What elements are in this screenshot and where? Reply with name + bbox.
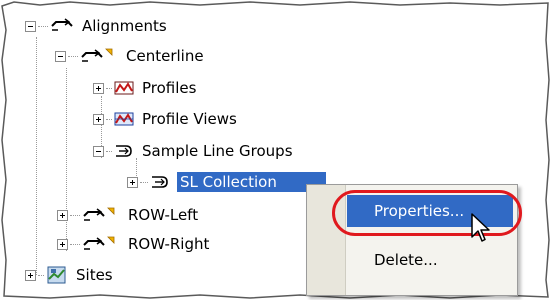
tree-item-label: ROW-Left (128, 206, 199, 224)
tree-item-centerline[interactable]: Centerline (55, 44, 207, 68)
alignment-icon (50, 16, 74, 36)
tree-item-label: Sample Line Groups (142, 142, 293, 160)
expand-toggle[interactable] (25, 269, 36, 281)
tree-item-sites[interactable]: Sites (25, 263, 116, 287)
expand-toggle[interactable] (57, 238, 68, 250)
expand-toggle[interactable] (93, 113, 104, 125)
collapse-toggle[interactable] (55, 50, 66, 62)
tree-item-label: Sites (76, 266, 113, 284)
mouse-cursor-icon (471, 213, 490, 242)
alignment-icon (82, 234, 116, 254)
collapse-toggle[interactable] (93, 145, 104, 157)
tree-item-label: Profile Views (142, 110, 237, 128)
collapse-toggle[interactable] (25, 20, 36, 32)
tree-item-alignments[interactable]: Alignments (25, 14, 170, 38)
expand-toggle[interactable] (127, 176, 138, 188)
menu-item-delete[interactable]: Delete... (347, 244, 513, 276)
tree-item-sl-collection[interactable]: SL Collection (127, 170, 326, 194)
tree-item-label: SL Collection (177, 172, 326, 192)
alignment-icon (82, 205, 116, 225)
menu-item-label: Delete... (374, 251, 438, 269)
tree-item-row-right[interactable]: ROW-Right (57, 232, 212, 256)
menu-icon-gutter (307, 185, 346, 295)
profile-view-icon (114, 109, 134, 129)
tree-item-label: ROW-Right (128, 235, 210, 253)
tree-item-profile-views[interactable]: Profile Views (93, 107, 240, 131)
expand-toggle[interactable] (57, 209, 68, 221)
tree-item-row-left[interactable]: ROW-Left (57, 203, 201, 227)
tree-item-label: Alignments (82, 17, 167, 35)
expand-toggle[interactable] (93, 82, 104, 94)
tree-item-label: Centerline (126, 47, 204, 65)
tree-guide (36, 37, 37, 275)
sample-line-icon (150, 172, 172, 192)
menu-item-label: Properties... (374, 202, 465, 220)
tree-item-sample-line-groups[interactable]: Sample Line Groups (93, 139, 296, 163)
sample-line-icon (114, 141, 134, 161)
profile-icon (114, 78, 134, 98)
tree-item-label: Profiles (142, 79, 197, 97)
tree-item-profiles[interactable]: Profiles (93, 76, 199, 100)
site-icon (46, 265, 68, 285)
alignment-icon (80, 46, 114, 66)
